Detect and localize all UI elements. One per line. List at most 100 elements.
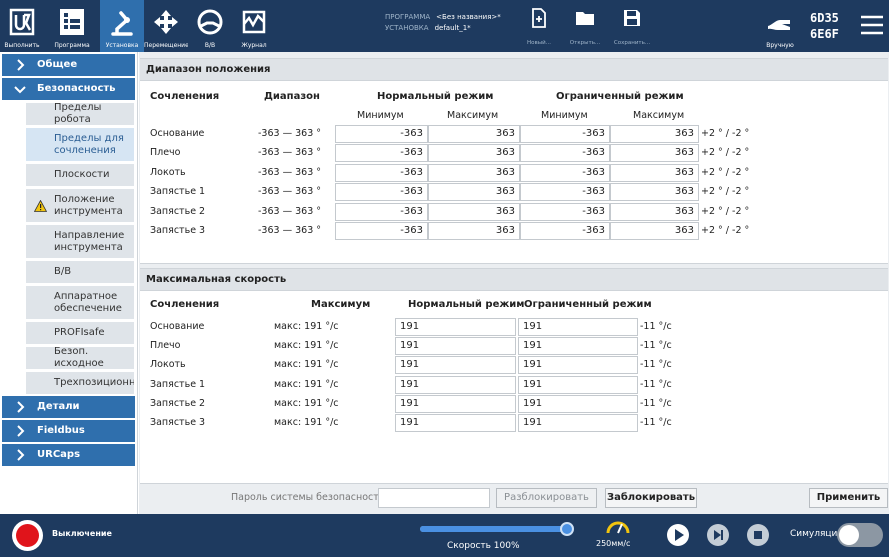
main-content: Диапазон положения Сочленения Диапазон Н… <box>139 52 889 514</box>
sidebar-section-label: Общее <box>37 59 78 70</box>
normal-max-input[interactable]: 363 <box>428 125 520 143</box>
normal-min-input[interactable]: -363 <box>335 163 428 182</box>
normal-max-input[interactable]: 363 <box>428 144 520 163</box>
power-button[interactable] <box>12 520 43 551</box>
sidebar-item-joint-limits[interactable]: Пределы для сочленения <box>26 128 134 161</box>
reduced-min-input[interactable]: -363 <box>520 222 610 240</box>
normal-min-input[interactable]: -363 <box>335 144 428 163</box>
simulation-toggle[interactable] <box>837 523 883 547</box>
normal-min-input[interactable]: -363 <box>335 183 428 202</box>
chevron-right-icon <box>17 425 25 437</box>
step-button[interactable] <box>707 524 729 546</box>
save-file-button[interactable]: Сохранить... <box>610 6 654 50</box>
normal-min-input[interactable]: -363 <box>335 202 428 221</box>
move-arrows-icon <box>154 10 178 34</box>
hamburger-menu-icon[interactable] <box>860 14 884 36</box>
sidebar-section-fieldbus[interactable]: Fieldbus <box>2 420 135 442</box>
unlock-button[interactable]: Разблокировать <box>496 488 597 508</box>
power-status-icon <box>16 524 39 547</box>
sidebar-section-urcaps[interactable]: URCaps <box>2 444 135 466</box>
max-speed-title: Максимальная скорость <box>140 269 888 291</box>
reduced-speed-input[interactable]: 191 <box>518 318 638 336</box>
move-tab[interactable]: Перемещение <box>144 0 188 52</box>
normal-min-input[interactable]: -363 <box>335 222 428 240</box>
reduced-speed-input[interactable]: 191 <box>518 356 638 375</box>
speed-slider[interactable] <box>420 522 574 536</box>
normal-max-input[interactable]: 363 <box>428 183 520 202</box>
reduced-speed-input[interactable]: 191 <box>518 375 638 394</box>
normal-speed-input[interactable]: 191 <box>395 318 516 336</box>
sidebar-section-label: Детали <box>37 401 80 412</box>
reduced-min-label: Минимум <box>541 110 588 121</box>
normal-speed-input[interactable]: 191 <box>395 414 516 432</box>
sidebar-item-label: Безоп. исходное <box>54 346 104 369</box>
run-tab[interactable]: Выполнить <box>0 0 44 52</box>
reduced-speed-input[interactable]: 191 <box>518 394 638 413</box>
joint-range: -363 — 363 ° <box>258 147 322 159</box>
normal-speed-input[interactable]: 191 <box>395 375 516 394</box>
normal-min-label: Минимум <box>357 110 404 121</box>
reduced-speed-input[interactable]: 191 <box>518 414 638 432</box>
program-tab[interactable]: Программа <box>44 0 100 52</box>
reduced-max-input[interactable]: 363 <box>610 125 699 143</box>
tcp-speed-value: 250мм/с <box>596 539 631 548</box>
joint-max-speed: макс: 191 °/с <box>274 378 339 390</box>
safety-password-input[interactable] <box>378 488 490 508</box>
lock-button[interactable]: Заблокировать <box>605 488 697 508</box>
open-file-button[interactable]: Открыть... <box>562 6 608 50</box>
speed-slider-fill <box>420 526 570 532</box>
manual-mode-button[interactable]: Вручную <box>760 0 800 52</box>
sidebar-item-tool-direction[interactable]: Направление инструмента <box>26 225 134 258</box>
apply-button[interactable]: Применить <box>809 488 888 508</box>
sidebar-item-profisafe[interactable]: PROFIsafe <box>26 322 134 344</box>
safety-password-label: Пароль системы безопасности <box>231 492 385 503</box>
log-tab[interactable]: Журнал <box>232 0 276 52</box>
folder-icon <box>576 12 594 25</box>
reduced-max-input[interactable]: 363 <box>610 222 699 240</box>
sidebar-section-general[interactable]: Общее <box>2 54 135 76</box>
io-icon <box>197 9 223 35</box>
sidebar-item-safe-home[interactable]: Безоп. исходное <box>26 346 134 369</box>
installation-tab-label: Установка <box>105 42 139 49</box>
sidebar-item-tool-position[interactable]: Положение инструмента <box>26 189 134 222</box>
speed-tolerance: -11 °/с <box>640 417 672 428</box>
reduced-min-input[interactable]: -363 <box>520 163 610 182</box>
sidebar-section-safety[interactable]: Безопасность <box>2 78 135 100</box>
sidebar-item-robot-limits[interactable]: Пределы робота <box>26 102 134 125</box>
position-col-range: Диапазон <box>264 91 320 102</box>
reduced-max-input[interactable]: 363 <box>610 144 699 163</box>
reduced-max-input[interactable]: 363 <box>610 183 699 202</box>
reduced-min-input[interactable]: -363 <box>520 125 610 143</box>
sidebar-item-planes[interactable]: Плоскости <box>26 164 134 186</box>
position-col-normal: Нормальный режим <box>377 91 494 102</box>
stop-button[interactable] <box>747 524 769 546</box>
speed-slider-handle[interactable] <box>560 522 574 536</box>
sidebar-item-hardware[interactable]: Аппаратное обеспечение <box>26 286 134 319</box>
sidebar-item-label: Трехпозиционный <box>54 377 134 388</box>
speed-col-normal: Нормальный режим <box>408 299 525 310</box>
ur-logo-icon <box>9 8 35 36</box>
normal-min-input[interactable]: -363 <box>335 125 428 143</box>
normal-max-input[interactable]: 363 <box>428 163 520 182</box>
play-button[interactable] <box>667 524 689 546</box>
simulation-label: Симуляция <box>790 529 843 539</box>
normal-speed-input[interactable]: 191 <box>395 356 516 375</box>
normal-speed-input[interactable]: 191 <box>395 337 516 356</box>
reduced-min-input[interactable]: -363 <box>520 183 610 202</box>
reduced-max-input[interactable]: 363 <box>610 202 699 221</box>
reduced-min-input[interactable]: -363 <box>520 202 610 221</box>
joint-range: -363 — 363 ° <box>258 128 322 139</box>
new-file-button[interactable]: Новый... <box>522 6 556 50</box>
sidebar-item-three-position[interactable]: Трехпозиционный <box>26 372 134 394</box>
normal-max-input[interactable]: 363 <box>428 202 520 221</box>
normal-speed-input[interactable]: 191 <box>395 394 516 413</box>
joint-max-speed: макс: 191 °/с <box>274 321 339 332</box>
installation-tab[interactable]: Установка <box>100 0 144 52</box>
io-tab[interactable]: В/В <box>188 0 232 52</box>
sidebar-section-details[interactable]: Детали <box>2 396 135 418</box>
normal-max-input[interactable]: 363 <box>428 222 520 240</box>
reduced-max-input[interactable]: 363 <box>610 163 699 182</box>
reduced-min-input[interactable]: -363 <box>520 144 610 163</box>
reduced-speed-input[interactable]: 191 <box>518 337 638 356</box>
sidebar-item-io[interactable]: В/В <box>26 261 134 283</box>
